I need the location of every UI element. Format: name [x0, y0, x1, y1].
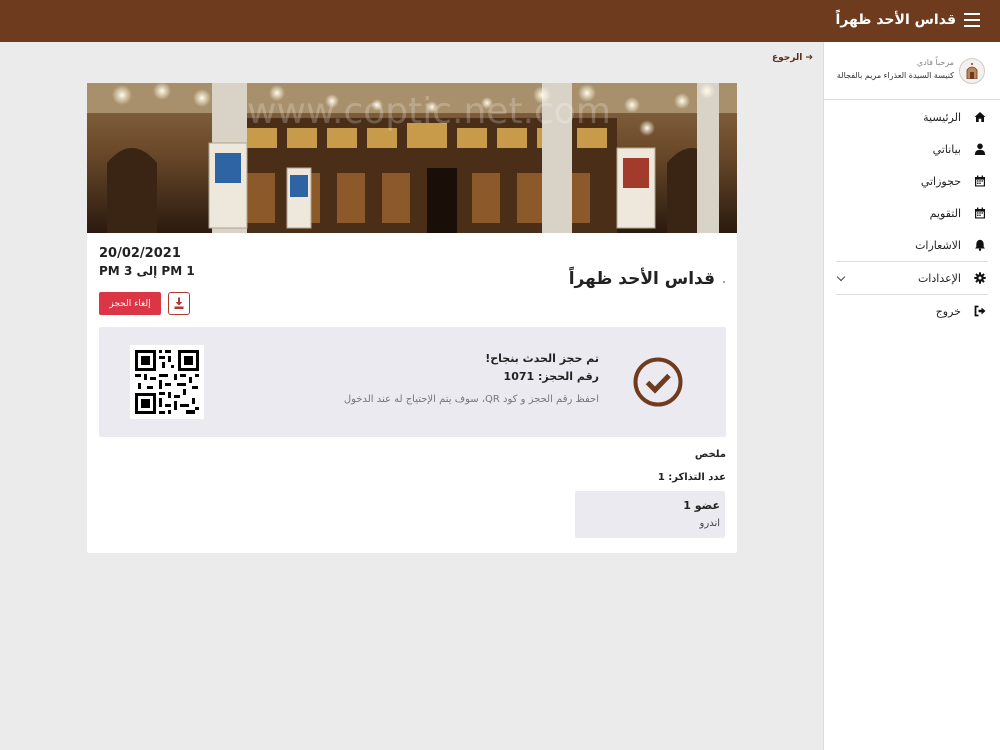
- sidebar-item-bookings[interactable]: حجوزاتي: [836, 165, 988, 197]
- sidebar-item-label: التقويم: [929, 206, 961, 220]
- church-name: كنيسة السيدة العذراء مريم بالفجالة: [836, 71, 954, 80]
- banner-watermark: www.coptic.net.com: [247, 91, 611, 132]
- sidebar-nav: الرئيسية بياناتي حجوزاتي التقويم الاشعار…: [824, 101, 1000, 327]
- event-date: 20/02/2021: [99, 246, 181, 261]
- sidebar-item-home[interactable]: الرئيسية: [836, 101, 988, 133]
- user-icon: [974, 143, 986, 155]
- sidebar-item-label: الرئيسية: [923, 110, 961, 124]
- qr-code: [130, 345, 204, 419]
- sidebar-item-label: بياناتي: [932, 142, 961, 156]
- check-circle-icon: [633, 357, 683, 407]
- user-profile: مرحباً فادي كنيسة السيدة العذراء مريم با…: [824, 42, 1000, 100]
- avatar: [959, 58, 985, 84]
- greeting-text: مرحباً فادي: [916, 58, 954, 67]
- sidebar: مرحباً فادي كنيسة السيدة العذراء مريم با…: [823, 42, 1000, 750]
- sidebar-item-notifications[interactable]: الاشعارات: [836, 229, 988, 261]
- member-card: عضو 1 اندرو: [575, 491, 725, 538]
- download-icon: [174, 297, 184, 309]
- sidebar-item-settings[interactable]: الإعدادات: [836, 262, 988, 294]
- sidebar-item-calendar[interactable]: التقويم: [836, 197, 988, 229]
- download-button[interactable]: [168, 292, 190, 315]
- calendar-icon: [974, 175, 986, 187]
- title-marker: [723, 281, 725, 283]
- confirmation-box: تم حجز الحدث بنجاح! رقم الحجز: 1071 احفظ…: [99, 327, 726, 437]
- calendar-icon: [974, 207, 986, 219]
- arrow-right-icon: ➔: [805, 53, 814, 63]
- event-title: قداس الأحد ظهراً: [568, 269, 715, 289]
- sidebar-item-label: حجوزاتي: [920, 174, 961, 188]
- top-bar: قداس الأحد ظهراً: [0, 0, 1000, 42]
- sidebar-item-label: خروج: [935, 304, 961, 318]
- gear-icon: [974, 272, 986, 284]
- sidebar-item-label: الإعدادات: [917, 271, 961, 285]
- sidebar-item-label: الاشعارات: [915, 238, 961, 252]
- chevron-down-icon: [836, 272, 846, 282]
- event-card: www.coptic.net.com 20/02/2021 1 PM إلى 3…: [87, 83, 737, 553]
- hamburger-menu-icon[interactable]: [964, 13, 980, 27]
- tickets-count: عدد التذاكر: 1: [657, 472, 726, 483]
- sidebar-item-profile[interactable]: بياناتي: [836, 133, 988, 165]
- cancel-booking-button[interactable]: إلغاء الحجز: [99, 292, 161, 315]
- sign-out-icon: [974, 305, 986, 317]
- event-time: 1 PM إلى 3 PM: [99, 264, 195, 278]
- member-name: عضو 1: [683, 499, 720, 512]
- home-icon: [974, 111, 986, 123]
- summary-title: ملخص: [694, 449, 726, 460]
- success-message: تم حجز الحدث بنجاح!: [485, 352, 599, 365]
- sidebar-item-logout[interactable]: خروج: [836, 295, 988, 327]
- bell-icon: [974, 239, 986, 251]
- back-label: الرجوع: [772, 53, 803, 63]
- member-value: اندرو: [699, 518, 720, 529]
- booking-number: رقم الحجز: 1071: [503, 370, 599, 383]
- booking-hint: احفظ رقم الحجز و كود QR، سوف يتم الإحتيا…: [343, 394, 599, 405]
- page-title: قداس الأحد ظهراً: [835, 12, 956, 28]
- back-link[interactable]: ➔ الرجوع: [772, 53, 813, 63]
- event-banner-image: www.coptic.net.com: [87, 83, 737, 233]
